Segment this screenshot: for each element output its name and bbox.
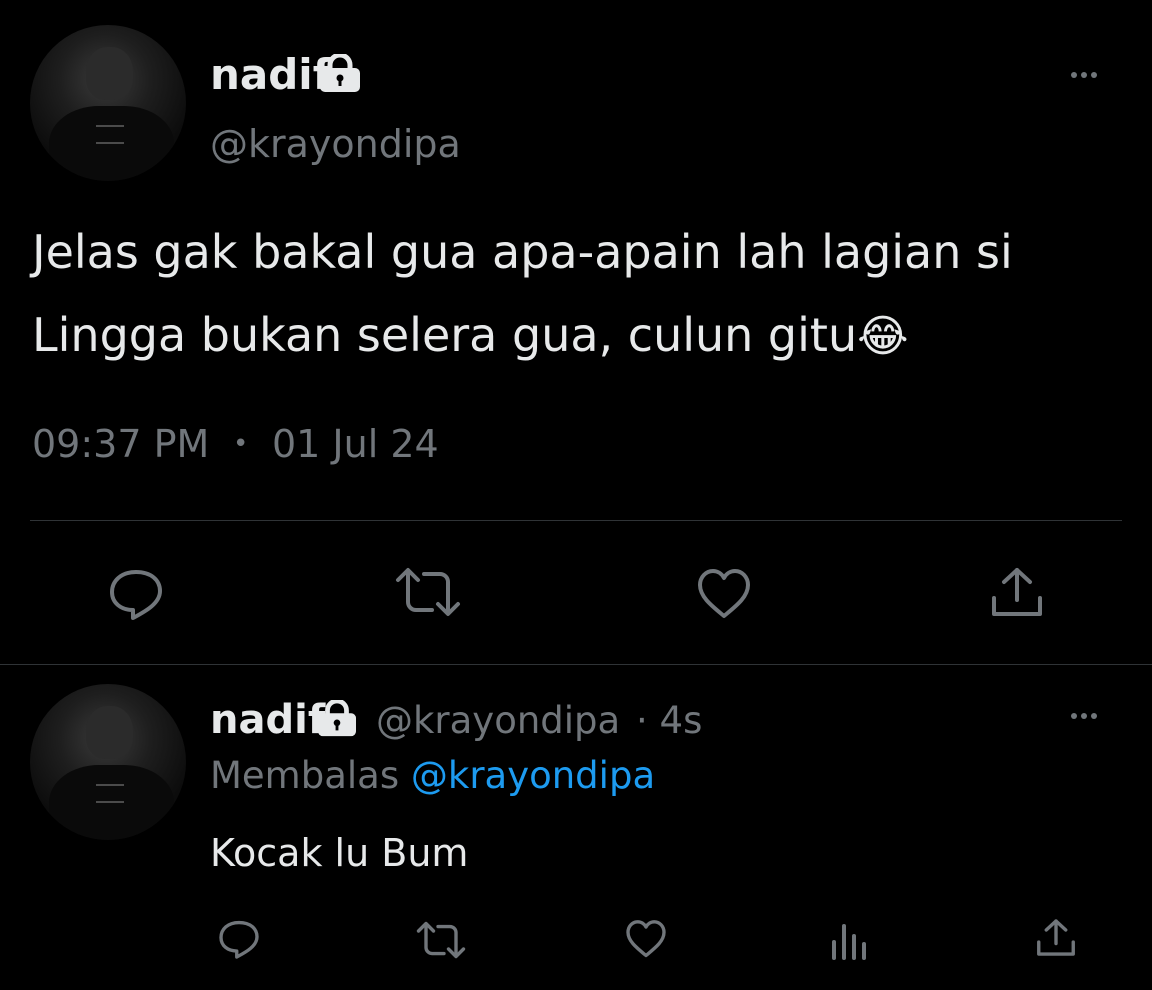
share-icon[interactable] xyxy=(988,566,1046,622)
replying-to-handle[interactable]: @krayondipa xyxy=(411,754,655,797)
handle[interactable]: @krayondipa xyxy=(210,120,461,168)
replying-to: Membalas @krayondipa xyxy=(210,752,655,800)
retweet-icon[interactable] xyxy=(392,566,464,618)
handle[interactable]: @krayondipa xyxy=(376,697,620,745)
display-name[interactable]: nadif xyxy=(210,696,325,744)
avatar[interactable] xyxy=(30,25,186,181)
dot-separator: • xyxy=(233,429,249,459)
display-name[interactable]: nadif xyxy=(210,50,331,100)
like-icon[interactable] xyxy=(623,918,669,960)
tweet-age[interactable]: · 4s xyxy=(636,697,702,745)
laughing-emoji-icon: 😂 xyxy=(857,311,909,362)
like-icon[interactable] xyxy=(694,566,754,622)
more-icon[interactable] xyxy=(1071,72,1097,78)
tweet-time[interactable]: 09:37 PM xyxy=(32,420,209,468)
tweet-text-line-1: Jelas gak bakal gua apa-apain lah lagian… xyxy=(32,225,1013,279)
reply-icon[interactable] xyxy=(106,566,166,622)
share-icon[interactable] xyxy=(1034,918,1078,960)
avatar[interactable] xyxy=(30,684,186,840)
tweet-text-line-2: Lingga bukan selera gua, culun gitu😂 xyxy=(32,305,909,367)
reply-text: Kocak lu Bum xyxy=(210,831,469,875)
replying-prefix: Membalas xyxy=(210,754,400,797)
reply-icon[interactable] xyxy=(216,918,262,960)
tweet-text-line-2-text: Lingga bukan selera gua, culun gitu xyxy=(32,308,858,362)
section-divider xyxy=(0,664,1152,665)
views-icon[interactable] xyxy=(828,920,870,960)
lock-icon xyxy=(318,700,356,737)
retweet-icon[interactable] xyxy=(414,920,468,960)
more-icon[interactable] xyxy=(1071,713,1097,719)
divider xyxy=(30,520,1122,521)
lock-icon xyxy=(320,54,360,92)
tweet-date[interactable]: 01 Jul 24 xyxy=(272,420,439,468)
